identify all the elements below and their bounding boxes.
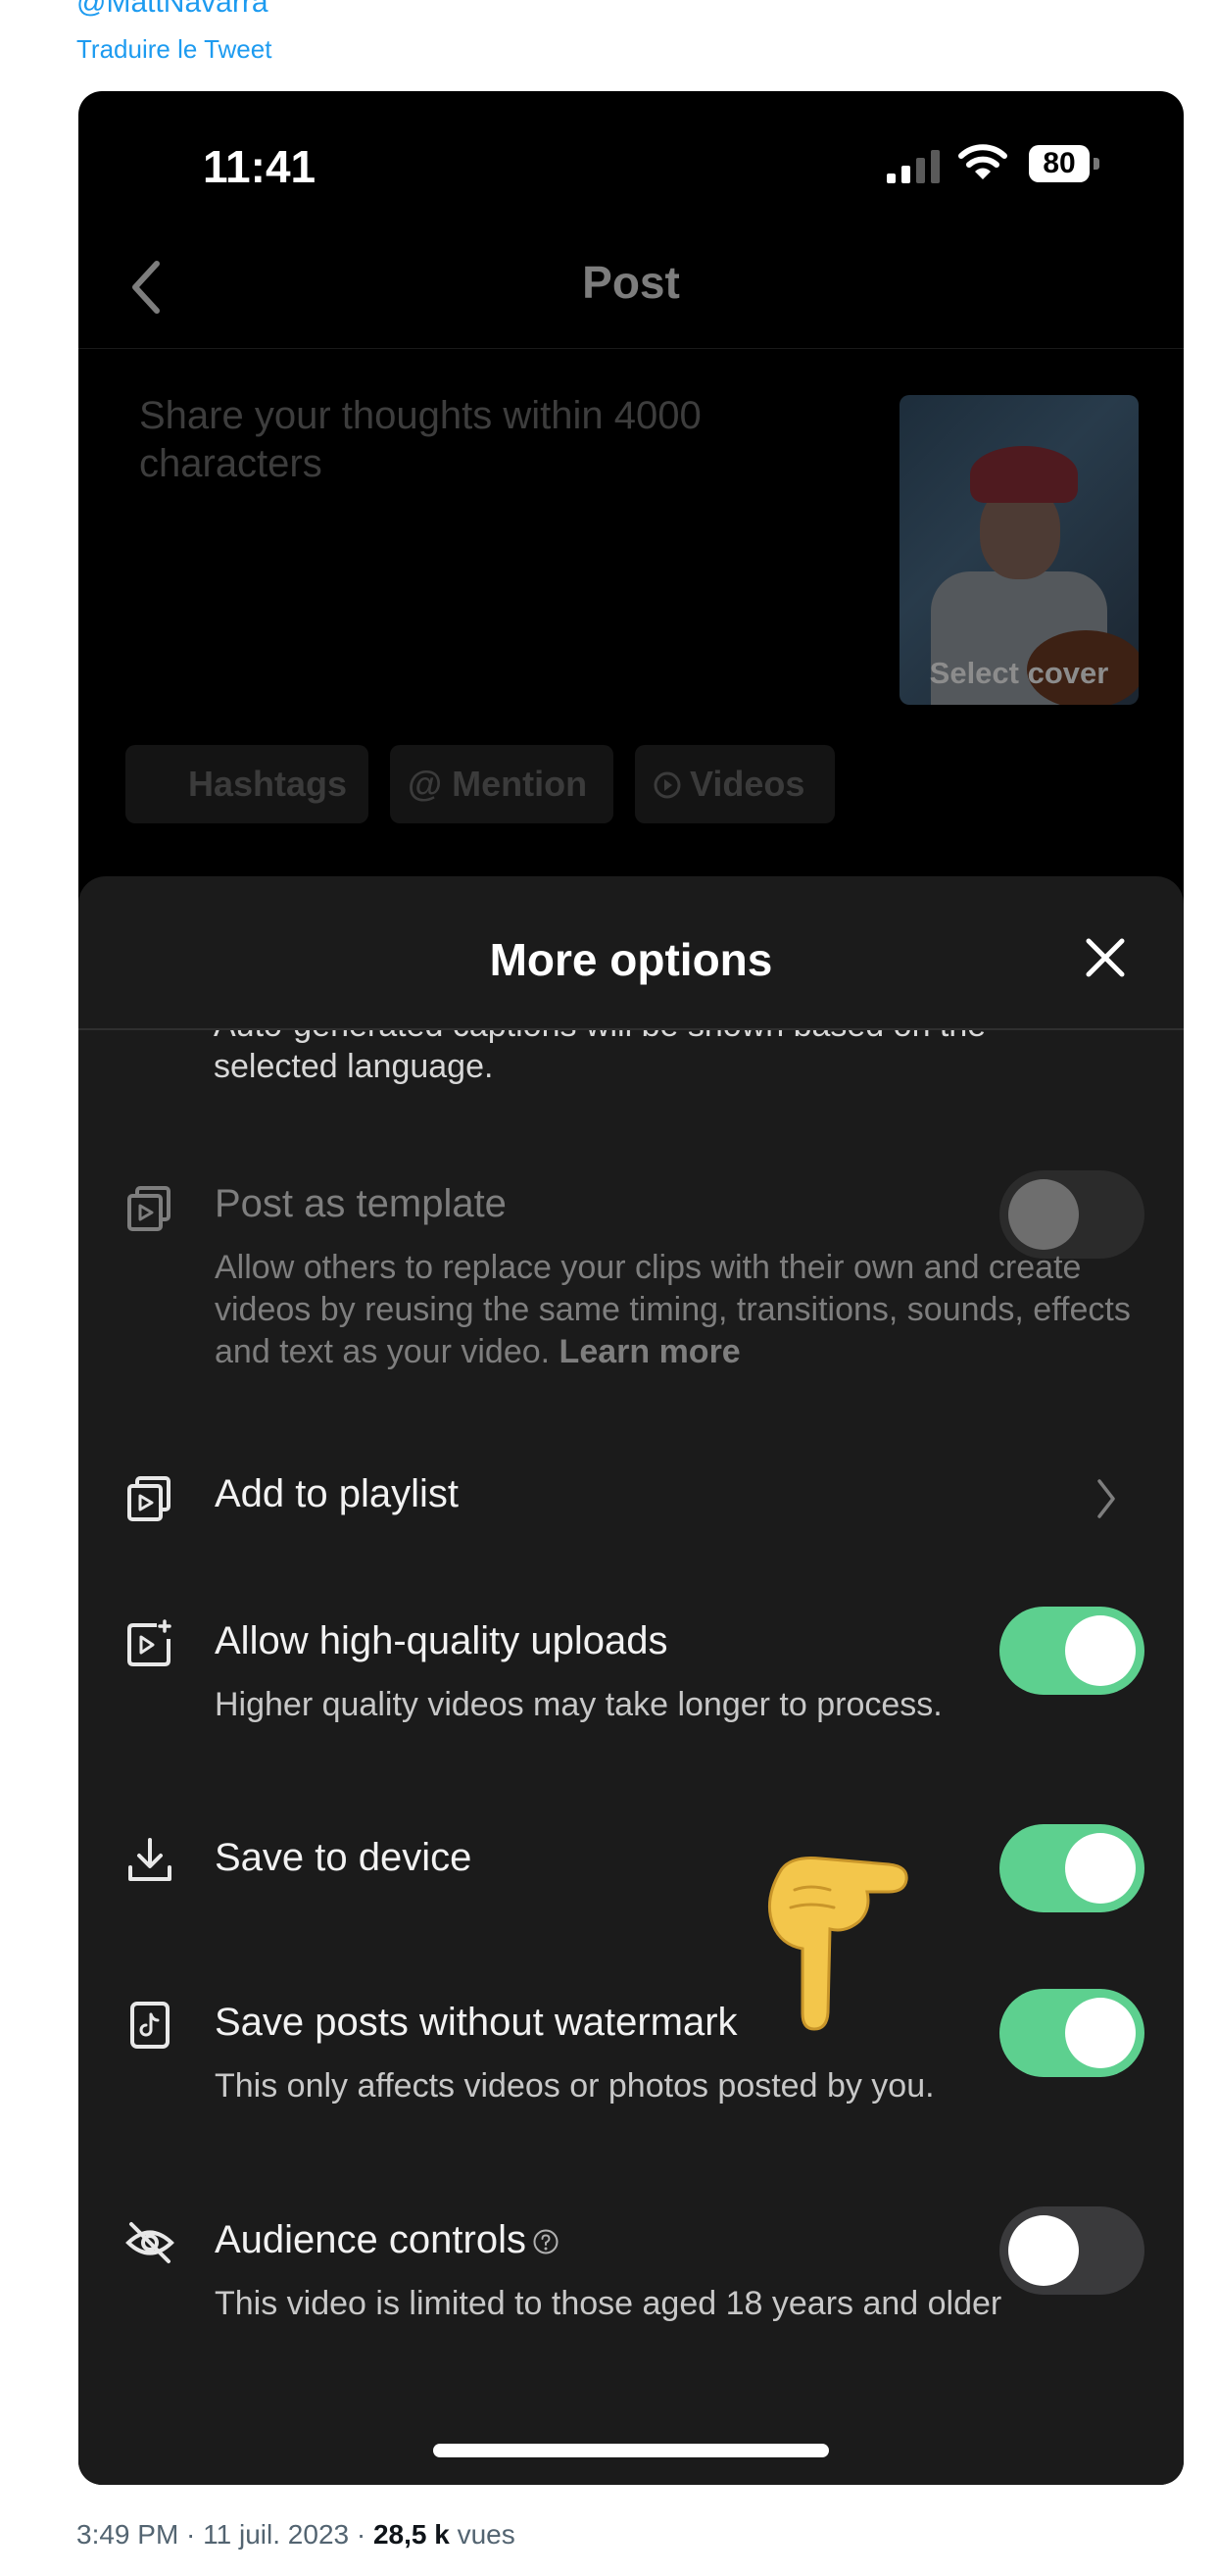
cover-thumbnail[interactable]: Select cover [900,395,1139,705]
hashtags-label: Hashtags [188,764,348,804]
videos-label: Videos [690,764,805,804]
header-divider [78,348,1184,349]
audience-controls-title: Audience controls [215,2218,559,2262]
help-icon[interactable] [532,2228,559,2255]
hashtags-chip[interactable]: Hashtags [125,745,368,823]
views-label: vues [449,2519,515,2550]
watermark-title: Save posts without watermark [215,2001,738,2044]
audience-controls-toggle[interactable] [999,2206,1144,2295]
battery-icon: 80 [1029,145,1099,182]
tweet-handle[interactable]: @MattNavarra [76,0,268,20]
wifi-icon [958,144,1007,179]
eye-off-icon [125,2222,174,2263]
add-to-playlist-row[interactable]: Add to playlist [215,1472,459,1516]
sheet-title: More options [489,934,773,985]
post-as-template-description: Allow others to replace your clips with … [215,1247,1155,1373]
status-time: 11:41 [203,141,316,192]
captions-description-end: selected language. [214,1048,494,1085]
caption-input[interactable]: Share your thoughts within 4000 characte… [139,392,825,488]
play-circle-icon [654,771,681,799]
home-indicator [433,2444,829,2457]
captions-description: Auto-generated captions will be shown ba… [214,1030,986,1045]
mention-chip[interactable]: @ Mention [390,745,613,823]
post-as-template-toggle[interactable] [999,1170,1144,1259]
hq-uploads-description: Higher quality videos may take longer to… [215,1686,943,1723]
save-to-device-title: Save to device [215,1836,472,1879]
chevron-right-icon[interactable] [1095,1477,1117,1520]
save-to-device-toggle[interactable] [999,1824,1144,1912]
hq-uploads-toggle[interactable] [999,1607,1144,1695]
phone-screenshot: 11:41 80 Post Share your thoughts within… [78,91,1184,2485]
translate-tweet-link[interactable]: Traduire le Tweet [76,34,271,65]
close-icon[interactable] [1083,935,1128,980]
options-list[interactable]: Auto-generated captions will be shown ba… [78,1030,1184,2485]
hq-upload-icon [127,1619,171,1666]
battery-level: 80 [1029,145,1090,182]
select-cover-label: Select cover [929,656,1109,690]
watermark-toggle[interactable] [999,1989,1144,2077]
signal-icon [887,150,940,183]
mention-label: @ Mention [408,764,588,804]
tweet-timestamp: 3:49 PM · 11 juil. 2023 · [76,2519,373,2550]
page-title: Post [582,257,680,308]
download-icon [128,1838,171,1881]
tweet-footer: 3:49 PM · 11 juil. 2023 · 28,5 k vues [76,2519,515,2551]
post-as-template-title: Post as template [215,1182,507,1225]
tiktok-logo-icon [130,2002,170,2049]
template-icon [127,1186,170,1231]
hq-uploads-title: Allow high-quality uploads [215,1619,668,1662]
pointing-hand-icon [767,1857,908,2031]
videos-chip[interactable]: Videos [635,745,835,823]
learn-more-link[interactable]: Learn more [559,1333,741,1370]
audience-controls-description: This video is limited to those aged 18 y… [215,2285,1002,2322]
watermark-description: This only affects videos or photos poste… [215,2067,935,2105]
playlist-icon [127,1476,170,1521]
audience-controls-label: Audience controls [215,2218,526,2261]
more-options-sheet: More options Auto-generated captions wil… [78,876,1184,2485]
views-count: 28,5 k [372,2519,450,2550]
